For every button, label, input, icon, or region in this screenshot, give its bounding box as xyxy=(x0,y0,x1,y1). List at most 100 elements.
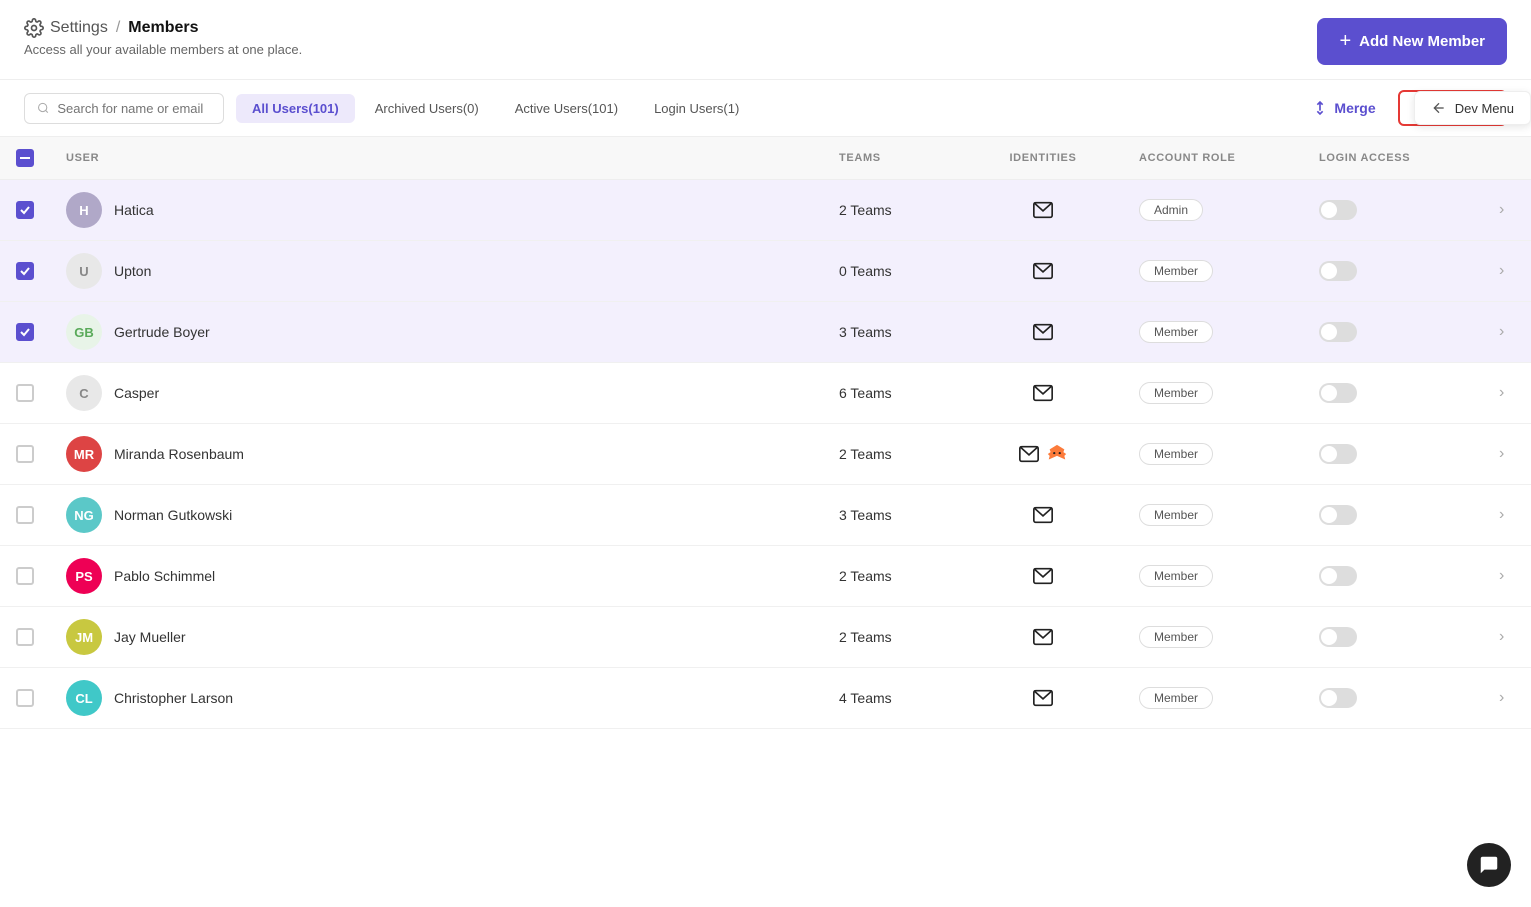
row-checkbox[interactable] xyxy=(16,323,34,341)
breadcrumb: Settings / Members xyxy=(24,18,302,38)
gear-icon xyxy=(24,18,44,38)
row-checkbox[interactable] xyxy=(16,445,34,463)
td-role: Member xyxy=(1123,241,1303,302)
row-checkbox[interactable] xyxy=(16,262,34,280)
td-checkbox xyxy=(0,668,50,729)
table-row: H Hatica 2 Teams Admin › xyxy=(0,180,1531,241)
identities-cell xyxy=(979,687,1107,709)
email-icon xyxy=(1032,565,1054,587)
avatar: U xyxy=(66,253,102,289)
login-toggle[interactable] xyxy=(1319,261,1357,281)
row-chevron[interactable]: › xyxy=(1499,506,1504,523)
td-identities xyxy=(963,607,1123,668)
td-role: Member xyxy=(1123,363,1303,424)
td-arrow: › xyxy=(1483,607,1531,668)
table-header-row: USER TEAMS IDENTITIES ACCOUNT ROLE LOGIN… xyxy=(0,137,1531,180)
search-box[interactable] xyxy=(24,93,224,124)
td-user: MR Miranda Rosenbaum xyxy=(50,424,823,485)
tab-archived-users[interactable]: Archived Users(0) xyxy=(359,94,495,123)
user-name: Norman Gutkowski xyxy=(114,507,232,523)
user-name: Upton xyxy=(114,263,151,279)
login-toggle[interactable] xyxy=(1319,627,1357,647)
th-user: USER xyxy=(50,137,823,180)
td-teams: 3 Teams xyxy=(823,485,963,546)
login-toggle[interactable] xyxy=(1319,322,1357,342)
tabs: All Users(101) Archived Users(0) Active … xyxy=(236,94,1290,123)
check-icon xyxy=(19,265,31,277)
login-toggle[interactable] xyxy=(1319,566,1357,586)
td-teams: 0 Teams xyxy=(823,241,963,302)
user-name: Gertrude Boyer xyxy=(114,324,210,340)
td-checkbox xyxy=(0,424,50,485)
dev-menu-label: Dev Menu xyxy=(1455,101,1514,116)
row-chevron[interactable]: › xyxy=(1499,323,1504,340)
tab-all-users[interactable]: All Users(101) xyxy=(236,94,355,123)
td-login xyxy=(1303,180,1483,241)
login-toggle[interactable] xyxy=(1319,444,1357,464)
td-role: Member xyxy=(1123,485,1303,546)
select-all-checkbox[interactable] xyxy=(16,149,34,167)
table-row: JM Jay Mueller 2 Teams Member › xyxy=(0,607,1531,668)
search-input[interactable] xyxy=(57,101,211,116)
tab-active-users[interactable]: Active Users(101) xyxy=(499,94,634,123)
row-chevron[interactable]: › xyxy=(1499,384,1504,401)
td-teams: 2 Teams xyxy=(823,424,963,485)
role-badge: Member xyxy=(1139,321,1213,343)
row-checkbox[interactable] xyxy=(16,384,34,402)
role-badge: Member xyxy=(1139,626,1213,648)
merge-button[interactable]: Merge xyxy=(1302,94,1385,122)
role-badge: Member xyxy=(1139,504,1213,526)
login-toggle[interactable] xyxy=(1319,383,1357,403)
row-checkbox[interactable] xyxy=(16,628,34,646)
check-icon xyxy=(19,204,31,216)
email-icon xyxy=(1032,626,1054,648)
avatar: PS xyxy=(66,558,102,594)
identities-cell xyxy=(979,382,1107,404)
row-chevron[interactable]: › xyxy=(1499,445,1504,462)
identities-cell xyxy=(979,504,1107,526)
td-login xyxy=(1303,485,1483,546)
td-role: Admin xyxy=(1123,180,1303,241)
row-chevron[interactable]: › xyxy=(1499,262,1504,279)
th-arrow xyxy=(1483,137,1531,180)
user-cell: MR Miranda Rosenbaum xyxy=(66,436,807,472)
breadcrumb-sep: / xyxy=(116,19,120,37)
login-toggle[interactable] xyxy=(1319,505,1357,525)
identities-cell xyxy=(979,321,1107,343)
td-login xyxy=(1303,546,1483,607)
row-checkbox[interactable] xyxy=(16,567,34,585)
identities-cell xyxy=(979,260,1107,282)
merge-icon xyxy=(1312,100,1328,116)
row-checkbox[interactable] xyxy=(16,506,34,524)
login-toggle[interactable] xyxy=(1319,688,1357,708)
td-role: Member xyxy=(1123,607,1303,668)
td-checkbox xyxy=(0,363,50,424)
merge-label: Merge xyxy=(1334,100,1375,116)
td-login xyxy=(1303,302,1483,363)
avatar: H xyxy=(66,192,102,228)
th-login: LOGIN ACCESS xyxy=(1303,137,1483,180)
identities-cell xyxy=(979,443,1107,465)
row-checkbox[interactable] xyxy=(16,689,34,707)
user-name: Hatica xyxy=(114,202,154,218)
td-identities xyxy=(963,363,1123,424)
back-arrow-icon xyxy=(1431,100,1447,116)
row-chevron[interactable]: › xyxy=(1499,567,1504,584)
dev-menu-popup[interactable]: Dev Menu xyxy=(1414,91,1531,125)
user-cell: GB Gertrude Boyer xyxy=(66,314,807,350)
td-teams: 4 Teams xyxy=(823,668,963,729)
tab-login-users[interactable]: Login Users(1) xyxy=(638,94,755,123)
role-badge: Member xyxy=(1139,443,1213,465)
row-checkbox[interactable] xyxy=(16,201,34,219)
chat-bubble-button[interactable] xyxy=(1467,843,1511,887)
add-btn-label: Add New Member xyxy=(1359,33,1485,50)
row-chevron[interactable]: › xyxy=(1499,201,1504,218)
row-chevron[interactable]: › xyxy=(1499,689,1504,706)
avatar: C xyxy=(66,375,102,411)
login-toggle[interactable] xyxy=(1319,200,1357,220)
page-header: Settings / Members Access all your avail… xyxy=(0,0,1531,79)
td-arrow: › xyxy=(1483,302,1531,363)
row-chevron[interactable]: › xyxy=(1499,628,1504,645)
add-new-member-button[interactable]: + Add New Member xyxy=(1317,18,1507,65)
breadcrumb-settings[interactable]: Settings xyxy=(24,18,108,38)
